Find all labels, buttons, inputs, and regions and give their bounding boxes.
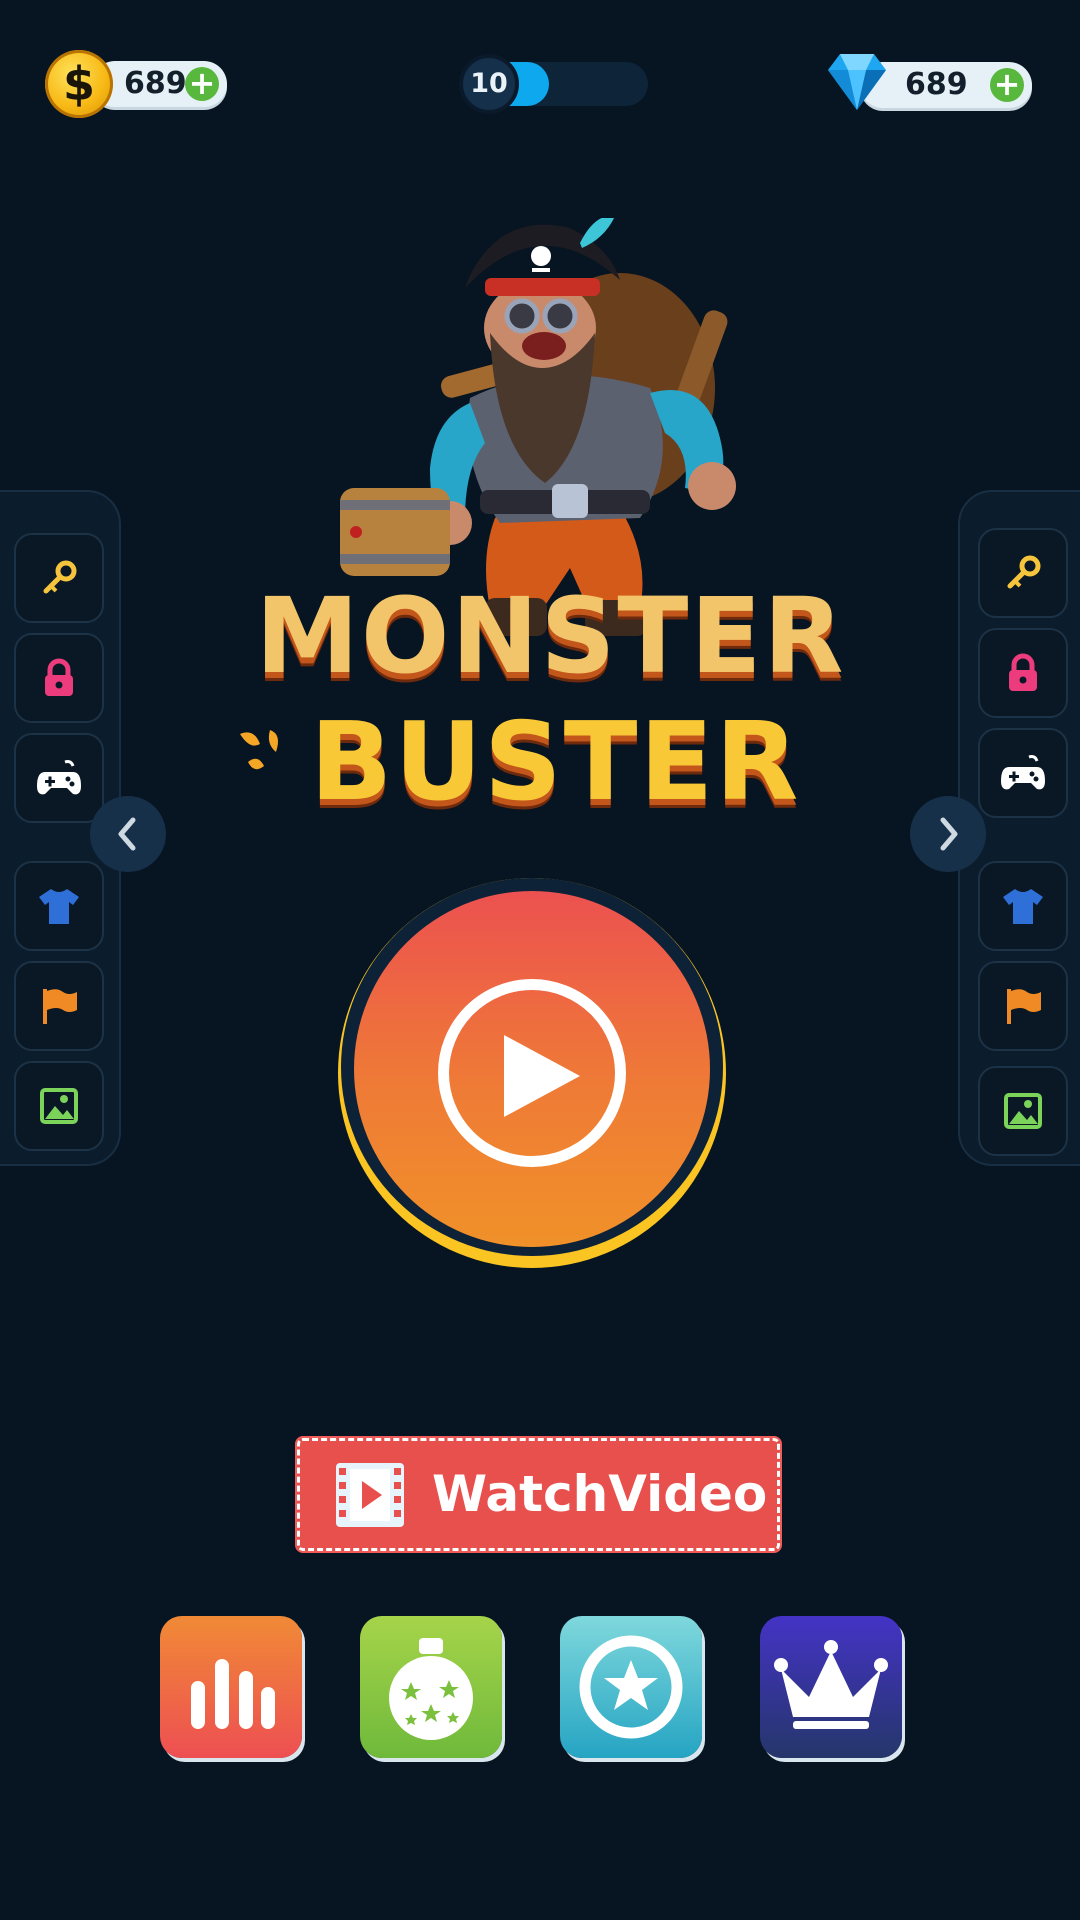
right-image-button[interactable]	[978, 1066, 1068, 1156]
image-icon	[1004, 1093, 1042, 1129]
gems-value: 689	[905, 67, 968, 102]
right-key-button[interactable]	[978, 528, 1068, 618]
game-title-line1: MONSTER	[255, 575, 846, 697]
key-icon	[43, 560, 77, 594]
diamond-icon	[828, 54, 886, 110]
ornament-button[interactable]	[360, 1616, 502, 1758]
left-lock-button[interactable]	[14, 633, 104, 723]
star-badge-button[interactable]	[560, 1616, 702, 1758]
next-arrow-button[interactable]	[910, 796, 986, 872]
watch-video-label: WatchVideo	[432, 1465, 768, 1523]
leaderboard-button[interactable]	[160, 1616, 302, 1758]
chevron-right-icon	[940, 817, 958, 851]
key-icon	[1007, 555, 1041, 589]
right-tshirt-button[interactable]	[978, 861, 1068, 951]
film-icon	[336, 1463, 404, 1527]
left-key-button[interactable]	[14, 533, 104, 623]
lock-icon	[45, 658, 73, 696]
left-image-button[interactable]	[14, 1061, 104, 1151]
level-badge: 10	[459, 54, 519, 114]
play-button[interactable]	[354, 891, 710, 1247]
left-gamepad-button[interactable]	[14, 733, 104, 823]
star-badge-icon	[579, 1635, 683, 1739]
crown-icon	[774, 1640, 888, 1729]
right-flag-button[interactable]	[978, 961, 1068, 1051]
tshirt-icon	[1003, 889, 1043, 924]
dollar-coin-icon: $	[45, 50, 113, 118]
coins-value: 689	[124, 66, 187, 101]
image-icon	[40, 1088, 78, 1124]
gamepad-icon	[37, 760, 81, 795]
splash-decoration-icon	[240, 730, 278, 770]
gamepad-icon	[1001, 755, 1045, 790]
flag-icon	[1007, 989, 1041, 1024]
tshirt-icon	[39, 889, 79, 924]
add-coins-button[interactable]: +	[185, 67, 219, 101]
previous-arrow-button[interactable]	[90, 796, 166, 872]
right-gamepad-button[interactable]	[978, 728, 1068, 818]
left-flag-button[interactable]	[14, 961, 104, 1051]
game-title-line2: BUSTER	[310, 700, 801, 825]
watch-video-button[interactable]: WatchVideo	[295, 1436, 782, 1553]
left-tshirt-button[interactable]	[14, 861, 104, 951]
ornament-icon	[389, 1638, 473, 1740]
flag-icon	[43, 989, 77, 1024]
play-icon	[504, 1035, 580, 1117]
lock-icon	[1009, 653, 1037, 691]
leaderboard-icon	[191, 1659, 275, 1729]
crown-button[interactable]	[760, 1616, 902, 1758]
chevron-left-icon	[118, 817, 136, 851]
add-gems-button[interactable]: +	[990, 68, 1024, 102]
right-lock-button[interactable]	[978, 628, 1068, 718]
